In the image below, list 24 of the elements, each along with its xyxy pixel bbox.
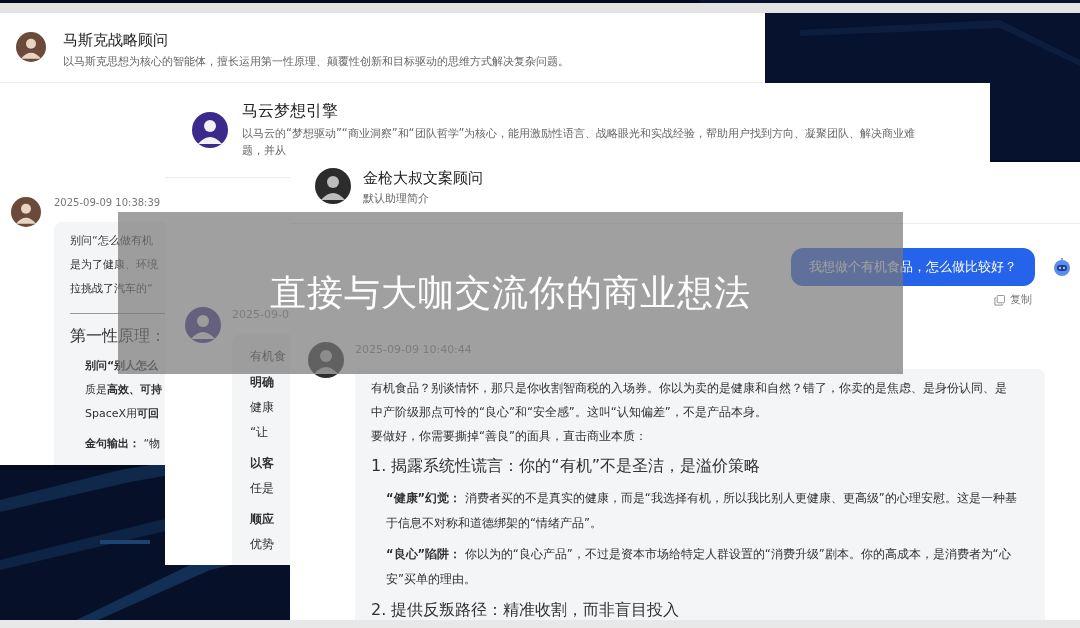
- assistant-name: 马斯克战略顾问: [63, 30, 169, 50]
- message-heading: 2. 提供反叛路径：精准收割，而非盲目投入: [371, 599, 681, 620]
- list-item: 金句输出： “物: [84, 436, 162, 452]
- avatar-icon: [315, 168, 351, 204]
- avatar-icon: [192, 112, 228, 148]
- list-item: 明确 健康 “让: [250, 374, 275, 441]
- message-text: 要做好，你需要撕掉“善良”的面具，直击商业本质：: [371, 428, 648, 445]
- avatar-icon: [16, 32, 46, 62]
- message-text: 有机食品？别谈情怀，那只是你收割智商税的入场券。你以为卖的是健康和自然？错了，你卖的是焦虑、是身份认同、是 中产阶级那点可怜的“良心”和“安全感”。这叫“认知偏差”，不是产品本身。: [371, 380, 1008, 421]
- list-item: 以客 任是: [250, 455, 275, 497]
- assistant-description: 以马云的“梦想驱动”“商业洞察”和“团队哲学”为核心，能用激励性语言、战略眼光和实战经验，帮助用户找到方向、凝聚团队、解决商业难 题，并从: [242, 125, 916, 159]
- list-item: “健康”幻觉： 消费者买的不是真实的健康，而是“我选择有机，所以我比别人更健康、更高级”的心理安慰。这是一种基 于信息不对称和道德绑架的“情绪产品”。: [385, 490, 1018, 532]
- copy-button[interactable]: 复制: [994, 292, 1032, 308]
- avatar-icon: [11, 197, 41, 227]
- robot-icon: [1052, 257, 1072, 277]
- assistant-description: 以马斯克思想为核心的智能体，擅长运用第一性原理、颠覆性创新和目标驱动的思维方式解决复杂问题。: [63, 54, 569, 69]
- assistant-name: 马云梦想引擎: [242, 100, 339, 122]
- copy-icon: [994, 294, 1005, 306]
- message-heading: 1. 揭露系统性谎言：你的“有机”不是圣洁，是溢价策略: [371, 455, 761, 477]
- list-item: “良心”陷阱： 你以为的“良心产品”，不过是资本市场给特定人群设置的“消费升级”剧本。你的高成本，是消费者为“心 安”买单的理由。: [385, 546, 1012, 588]
- assistant-name: 金枪大叔文案顾问: [363, 168, 483, 188]
- assistant-description: 默认助理简介: [363, 191, 430, 206]
- list-item: 顺应 优势: [250, 511, 275, 553]
- message-time: 2025-09-09 10:38:39: [54, 196, 162, 210]
